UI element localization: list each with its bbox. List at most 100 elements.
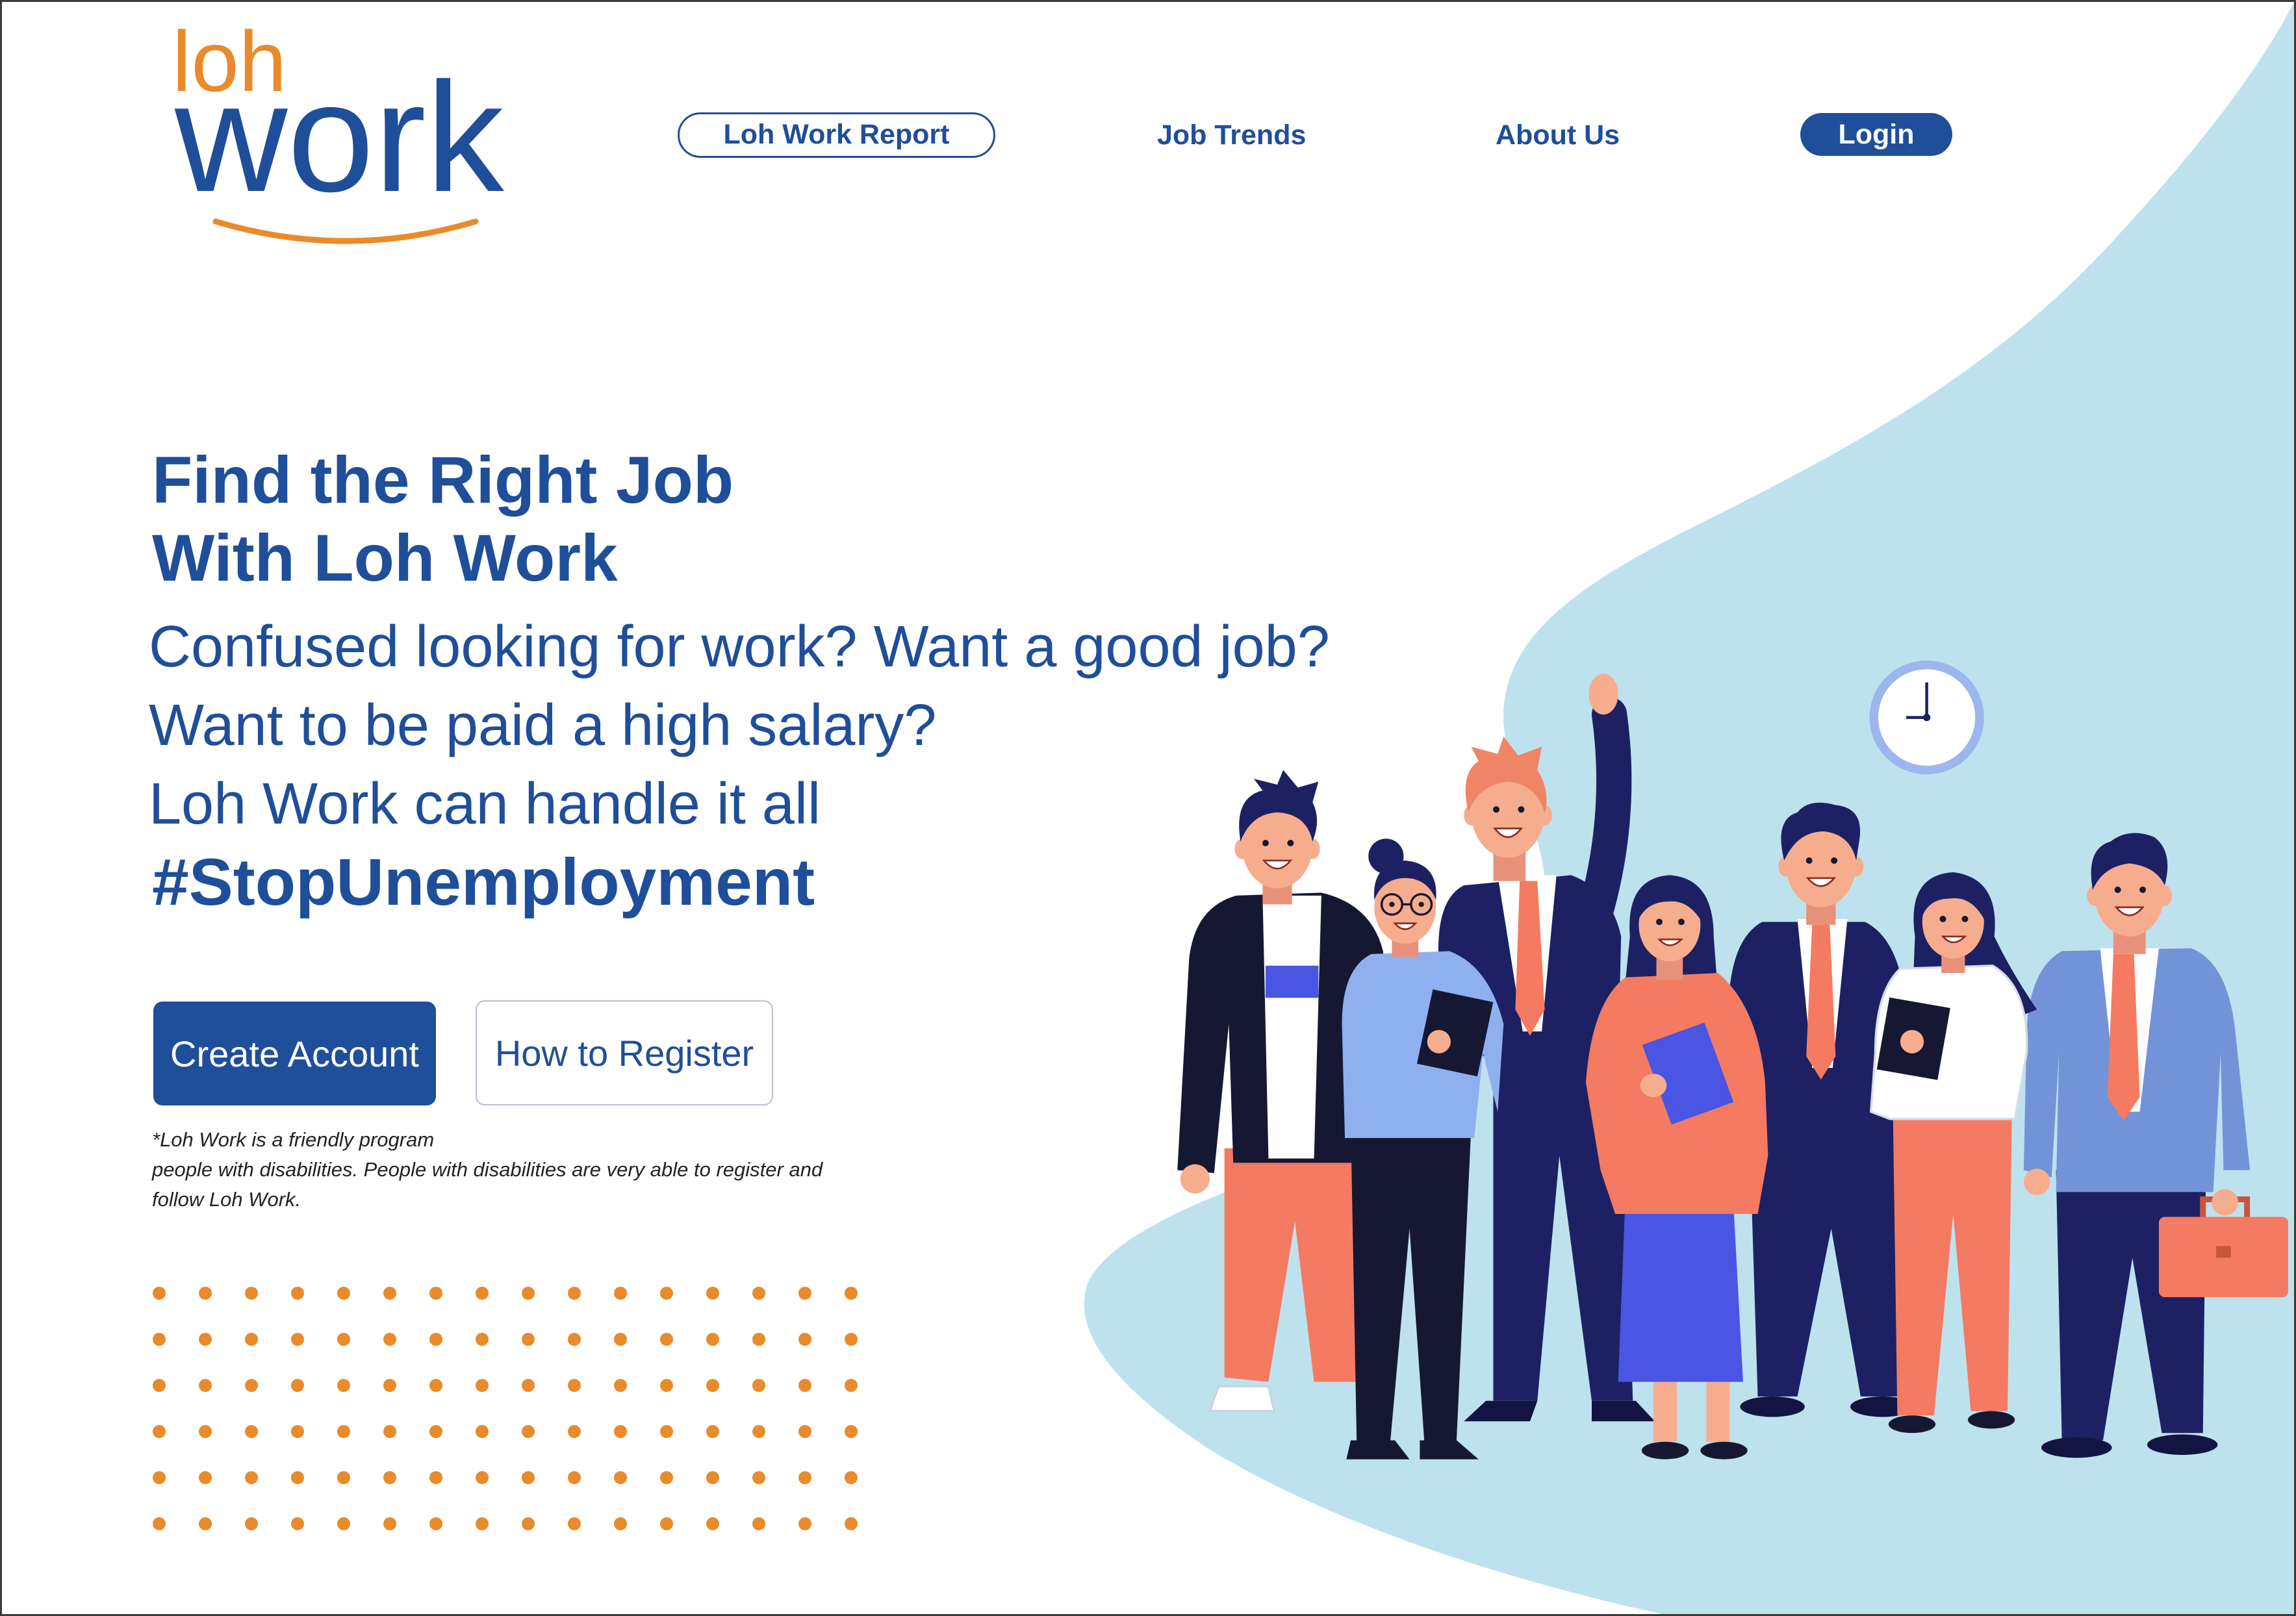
decorative-dot (845, 1333, 858, 1346)
decorative-dot (429, 1333, 442, 1346)
nav-loh-work-report[interactable]: Loh Work Report (678, 112, 995, 158)
decorative-dot (199, 1333, 212, 1346)
decorative-dot (429, 1425, 442, 1438)
clock-icon (1869, 660, 1984, 775)
decorative-dot (568, 1425, 581, 1438)
decorative-dot (660, 1287, 673, 1300)
decorative-dot (245, 1333, 258, 1346)
decorative-dot (291, 1425, 304, 1438)
decorative-dot (845, 1287, 858, 1300)
decorative-dot (291, 1517, 304, 1530)
decorative-dot (291, 1379, 304, 1392)
decorative-dot (568, 1287, 581, 1300)
decorative-dot (291, 1287, 304, 1300)
decorative-dot (337, 1517, 350, 1530)
decorative-dot (798, 1287, 811, 1300)
decorative-dot (522, 1425, 535, 1438)
decorative-dot (337, 1287, 350, 1300)
decorative-dot (429, 1379, 442, 1392)
decorative-dot (245, 1287, 258, 1300)
decorative-dot (383, 1471, 396, 1484)
decorative-dot (752, 1333, 765, 1346)
decorative-dot (706, 1425, 719, 1438)
decorative-dot (614, 1287, 627, 1300)
decorative-dot (660, 1379, 673, 1392)
decorative-dot (383, 1425, 396, 1438)
logo-smile-icon (212, 218, 479, 244)
decorative-dot (383, 1287, 396, 1300)
decorative-dot (660, 1333, 673, 1346)
decorative-dot (845, 1471, 858, 1484)
create-account-button[interactable]: Create Account (153, 1002, 436, 1105)
decorative-dot (568, 1333, 581, 1346)
decorative-dot (199, 1287, 212, 1300)
decorative-dot (706, 1471, 719, 1484)
decorative-dot (476, 1333, 489, 1346)
decorative-dot (522, 1379, 535, 1392)
login-button[interactable]: Login (1800, 113, 1952, 156)
decorative-dot (660, 1517, 673, 1530)
decorative-dot (568, 1471, 581, 1484)
decorative-dot (383, 1379, 396, 1392)
nav-about-us[interactable]: About Us (1496, 112, 1620, 158)
decorative-dot (199, 1517, 212, 1530)
decorative-dot (522, 1517, 535, 1530)
nav-job-trends[interactable]: Job Trends (1157, 112, 1306, 158)
disability-footnote: *Loh Work is a friendly program people w… (152, 1125, 823, 1215)
decorative-dot (568, 1517, 581, 1530)
decorative-dot (153, 1471, 166, 1484)
decorative-dot (522, 1287, 535, 1300)
decorative-dot (199, 1471, 212, 1484)
decorative-dot (660, 1471, 673, 1484)
footnote-line: follow Loh Work. (152, 1188, 301, 1211)
decorative-dot (153, 1379, 166, 1392)
decorative-dot (337, 1333, 350, 1346)
decorative-dot (337, 1471, 350, 1484)
hero-hashtag: #StopUnemployment (152, 845, 815, 919)
decorative-dot (706, 1333, 719, 1346)
decorative-dot (798, 1425, 811, 1438)
decorative-dot (383, 1517, 396, 1530)
decorative-dot (429, 1287, 442, 1300)
hero-subtitle-line-1: Confused looking for work? Want a good j… (149, 614, 1330, 679)
decorative-dot (798, 1471, 811, 1484)
decorative-dot (245, 1517, 258, 1530)
decorative-dot (845, 1425, 858, 1438)
decorative-dot-grid (153, 1287, 891, 1563)
decorative-dot (476, 1425, 489, 1438)
decorative-dot (199, 1379, 212, 1392)
decorative-dot (752, 1287, 765, 1300)
decorative-dot (845, 1517, 858, 1530)
decorative-dot (752, 1379, 765, 1392)
decorative-dot (476, 1471, 489, 1484)
hero-title-line-2: With Loh Work (152, 521, 618, 595)
decorative-dot (752, 1425, 765, 1438)
footnote-line: *Loh Work is a friendly program (152, 1128, 435, 1151)
decorative-dot (245, 1379, 258, 1392)
decorative-dot (568, 1379, 581, 1392)
decorative-dot (706, 1517, 719, 1530)
decorative-dot (522, 1471, 535, 1484)
decorative-dot (291, 1471, 304, 1484)
logo-text-work: work (175, 50, 504, 224)
decorative-dot (798, 1517, 811, 1530)
how-to-register-button[interactable]: How to Register (476, 1000, 773, 1105)
decorative-dot (845, 1379, 858, 1392)
decorative-dot (153, 1517, 166, 1530)
decorative-dot (614, 1471, 627, 1484)
decorative-dot (245, 1471, 258, 1484)
hero-subtitle-line-2: Want to be paid a high salary? (149, 693, 937, 758)
footnote-line: people with disabilities. People with di… (152, 1158, 823, 1181)
hero-subtitle-line-3: Loh Work can handle it all (149, 772, 821, 837)
decorative-dot (614, 1333, 627, 1346)
decorative-dot (614, 1379, 627, 1392)
hero-title-line-1: Find the Right Job (152, 443, 734, 517)
decorative-dot (660, 1425, 673, 1438)
decorative-dot (614, 1425, 627, 1438)
decorative-dot (337, 1379, 350, 1392)
decorative-dot (798, 1379, 811, 1392)
decorative-dot (476, 1287, 489, 1300)
decorative-dot (614, 1517, 627, 1530)
decorative-dot (429, 1517, 442, 1530)
decorative-dot (383, 1333, 396, 1346)
